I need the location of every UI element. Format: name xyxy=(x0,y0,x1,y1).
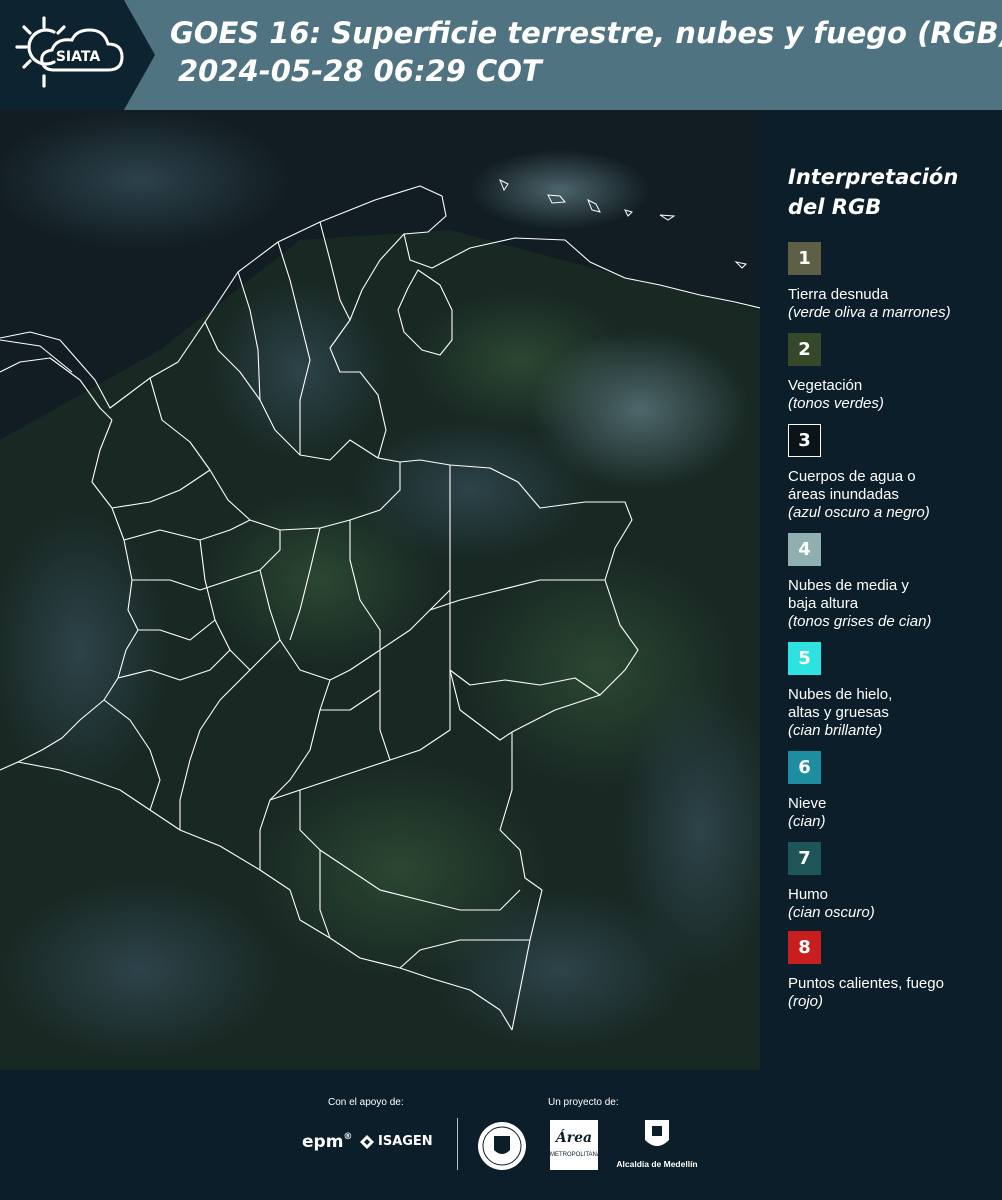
area-metropolitana-logo: Área METROPOLITANA xyxy=(550,1120,601,1170)
rgb-legend-panel: Interpretación del RGB 1 Tierra desnuda (v… xyxy=(760,110,1002,1070)
alcaldia-text: Alcaldía de Medellín xyxy=(616,1159,698,1169)
legend-swatch: 3 xyxy=(788,424,821,457)
legend-item-label-line: Vegetación xyxy=(788,377,863,394)
legend-item-label-line: Humo xyxy=(788,886,829,903)
legend-item-label: Nubes de media y baja altura xyxy=(788,577,998,613)
legend-swatch: 6 xyxy=(788,751,821,784)
legend-title-line2: del RGB xyxy=(788,195,882,219)
university-seal-icon xyxy=(478,1122,526,1170)
legend-title: Interpretación del RGB xyxy=(788,162,958,222)
legend-item-note: (cian) xyxy=(788,813,826,830)
legend-title-line1: Interpretación xyxy=(788,165,959,189)
legend-item: 7 Humo (cian oscuro) xyxy=(788,842,998,922)
legend-item-label: Nubes de hielo, altas y gruesas xyxy=(788,686,998,722)
legend-item-note: (verde oliva a marrones) xyxy=(788,304,951,321)
isagen-logo: ISAGEN xyxy=(360,1134,433,1149)
footer-divider xyxy=(457,1118,458,1170)
legend-item: 3 Cuerpos de agua o áreas inundadas (azul o… xyxy=(788,424,998,522)
legend-item-label-line: Cuerpos de agua o xyxy=(788,468,916,485)
legend-item-label-line: áreas inundadas xyxy=(788,486,899,503)
support-label: Con el apoyo de: xyxy=(328,1097,404,1108)
legend-item-label-line: Nubes de hielo, xyxy=(788,686,893,703)
legend-swatch: 5 xyxy=(788,642,821,675)
legend-item-note: (azul oscuro a negro) xyxy=(788,504,930,521)
legend-item-note: (cian brillante) xyxy=(788,722,883,739)
legend-item-note: (cian oscuro) xyxy=(788,904,875,921)
legend-swatch: 1 xyxy=(788,242,821,275)
header-bar: SIATA GOES 16: Superficie terrestre, nub… xyxy=(0,0,1002,110)
legend-item-label: Puntos calientes, fuego xyxy=(788,975,998,993)
alcaldia-logo: Alcaldía de Medellín xyxy=(612,1118,702,1169)
legend-item-note: (tonos verdes) xyxy=(788,395,884,412)
satellite-map[interactable] xyxy=(0,110,760,1070)
legend-item-label: Tierra desnuda xyxy=(788,286,998,304)
area-metropolitana-text: METROPOLITANA xyxy=(550,1152,601,1158)
legend-item-label: Vegetación xyxy=(788,377,998,395)
legend-item-label-line: baja altura xyxy=(788,595,859,612)
legend-item-label: Humo xyxy=(788,886,998,904)
legend-item-label-line: Nubes de media y xyxy=(788,577,909,594)
legend-item-label-line: Tierra desnuda xyxy=(788,286,889,303)
satellite-imagery xyxy=(0,110,760,1070)
legend-item: 1 Tierra desnuda (verde oliva a marrones) xyxy=(788,242,998,322)
epm-logo: epm® xyxy=(302,1132,353,1152)
page-subtitle-datetime: 2024-05-28 06:29 COT xyxy=(178,54,542,88)
legend-item: 6 Nieve (cian) xyxy=(788,751,998,831)
legend-item-label-line: Puntos calientes, fuego xyxy=(788,975,944,992)
isagen-mark-icon xyxy=(360,1134,374,1149)
page-title: GOES 16: Superficie terrestre, nubes y f… xyxy=(170,16,1002,50)
siata-logo-text: SIATA xyxy=(56,49,101,65)
legend-item-label: Nieve xyxy=(788,795,998,813)
legend-item: 2 Vegetación (tonos verdes) xyxy=(788,333,998,413)
legend-swatch: 2 xyxy=(788,333,821,366)
isagen-logo-text: ISAGEN xyxy=(378,1134,433,1149)
legend-item-label: Cuerpos de agua o áreas inundadas xyxy=(788,468,998,504)
legend-item: 8 Puntos calientes, fuego (rojo) xyxy=(788,931,998,1011)
legend-item-note: (rojo) xyxy=(788,993,824,1010)
legend-item-label-line: altas y gruesas xyxy=(788,704,889,721)
medellin-shield-icon xyxy=(645,1120,669,1146)
legend-swatch: 7 xyxy=(788,842,821,875)
footer: Con el apoyo de: Un proyecto de: epm® IS… xyxy=(0,1070,1002,1200)
epm-logo-text: epm xyxy=(302,1132,344,1152)
legend-swatch: 4 xyxy=(788,533,821,566)
legend-item: 4 Nubes de media y baja altura (tonos grise… xyxy=(788,533,998,631)
legend-item-label-line: Nieve xyxy=(788,795,827,812)
legend-item: 5 Nubes de hielo, altas y gruesas (cian bri… xyxy=(788,642,998,740)
legend-swatch: 8 xyxy=(788,931,821,964)
siata-logo-block: SIATA xyxy=(0,0,155,110)
project-label: Un proyecto de: xyxy=(548,1097,619,1108)
legend-item-note: (tonos grises de cian) xyxy=(788,613,932,630)
